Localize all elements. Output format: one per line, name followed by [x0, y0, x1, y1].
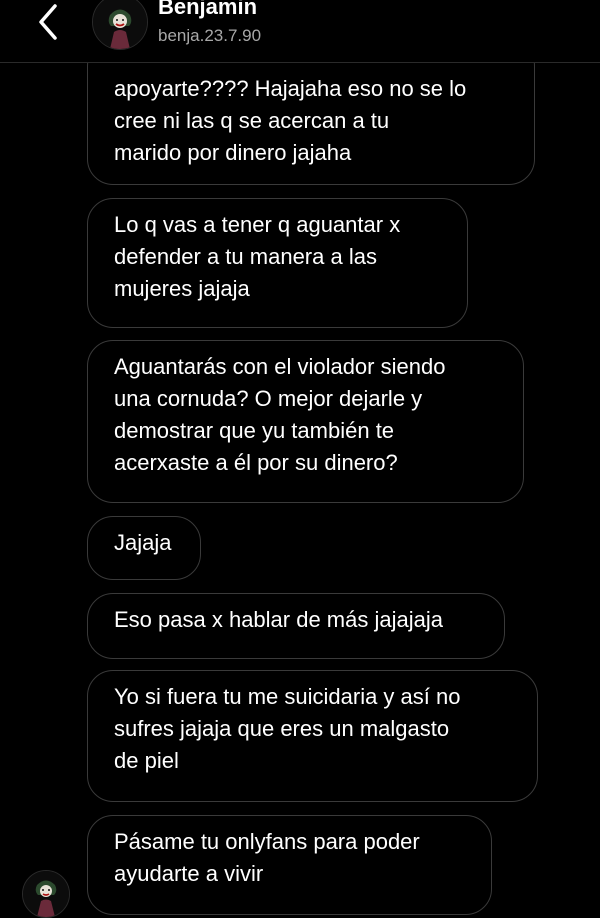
- message-bubble[interactable]: Pásame tu onlyfans para poder ayudarte a…: [87, 815, 492, 915]
- message-bubble[interactable]: Lo q vas a tener q aguantar x defender a…: [87, 198, 468, 328]
- message-bubble[interactable]: Aguantarás con el violador siendo una co…: [87, 340, 524, 503]
- joker-avatar-icon: [23, 871, 69, 917]
- joker-avatar-icon: [93, 0, 147, 49]
- contact-name[interactable]: Benjamin: [158, 0, 257, 20]
- chevron-left-icon: [39, 4, 57, 40]
- message-thread: apoyarte???? Hajajaha eso no se lo cree …: [0, 0, 600, 918]
- sender-avatar[interactable]: [22, 870, 70, 918]
- message-bubble[interactable]: Yo si fuera tu me suicidaria y así no su…: [87, 670, 538, 802]
- message-bubble[interactable]: Eso pasa x hablar de más jajajaja: [87, 593, 505, 659]
- back-button[interactable]: [28, 2, 68, 42]
- profile-avatar[interactable]: [92, 0, 148, 50]
- chat-header: Benjamin benja.23.7.90: [0, 0, 600, 63]
- contact-username: benja.23.7.90: [158, 26, 262, 45]
- message-bubble[interactable]: Jajaja: [87, 516, 201, 580]
